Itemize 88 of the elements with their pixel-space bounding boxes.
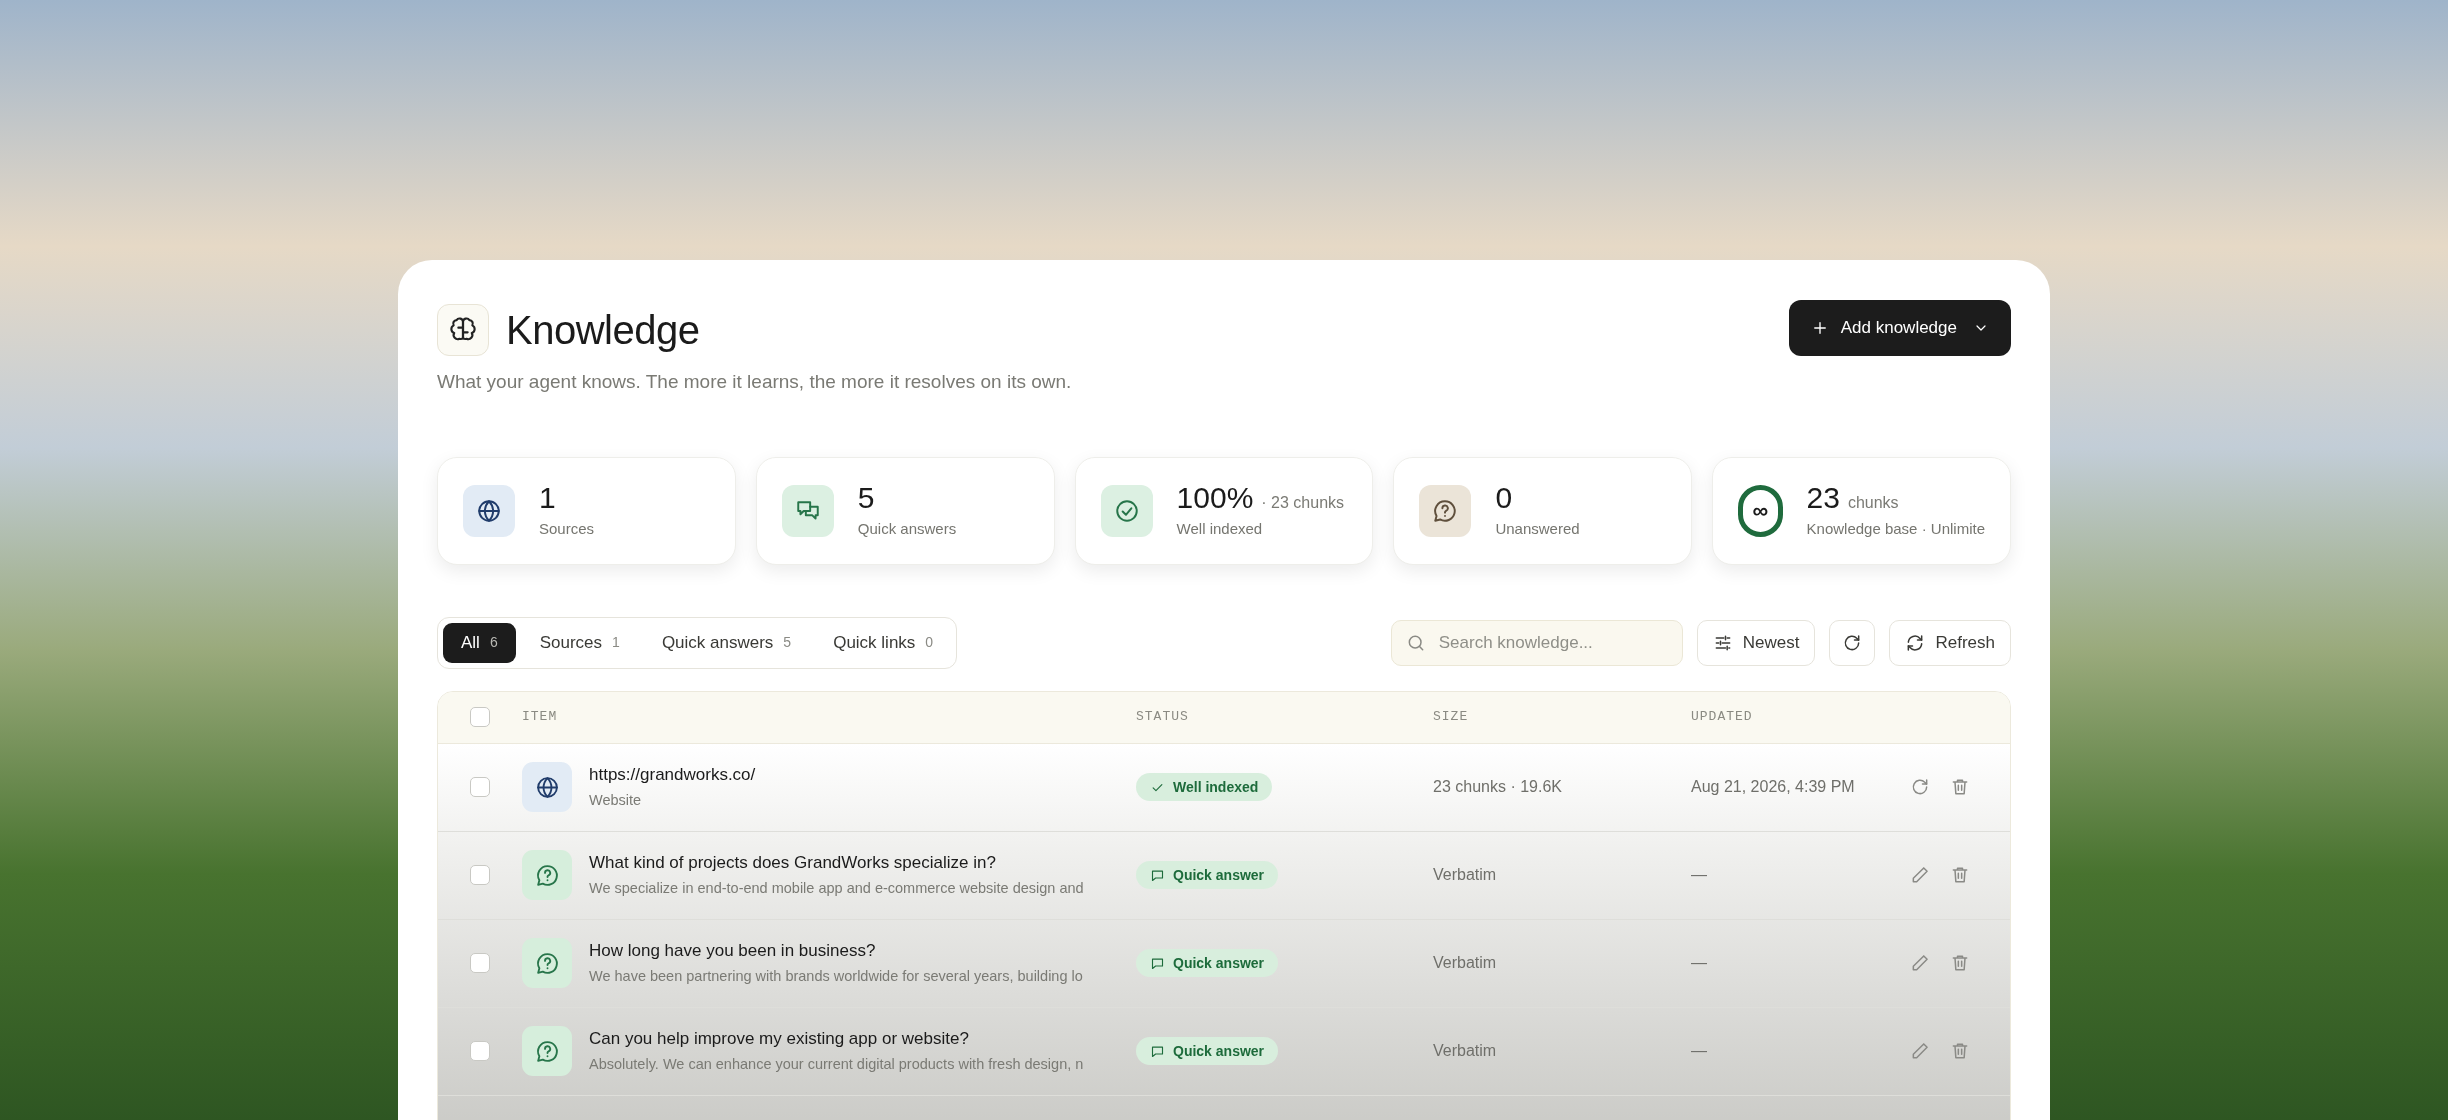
edit-button[interactable] <box>1910 953 1930 973</box>
tab-count: 6 <box>489 633 498 652</box>
tab-count: 1 <box>612 633 620 652</box>
item-title: https://grandworks.co/ <box>589 763 756 786</box>
tab-count: 0 <box>925 633 934 652</box>
status-badge: Quick answer <box>1136 861 1279 889</box>
stat-label: Well indexed <box>1176 519 1264 540</box>
filter-tab[interactable]: Sources 1 <box>521 622 638 663</box>
reload-button[interactable] <box>1910 777 1930 797</box>
table-row[interactable]: Can you help improve my existing app or website? Absolutely. We can enhance your current digital products with fresh design, n Quick answer Verbatim — <box>438 1007 2010 1096</box>
sort-button[interactable]: Newest <box>1696 619 1816 666</box>
table-row[interactable]: How long have you been in business? We have been partnering with brands worldwide for several years, building lo Quick answer Verbatim — <box>438 919 2010 1008</box>
message-icon <box>1150 955 1165 971</box>
row-checkbox[interactable] <box>470 865 490 885</box>
delete-button[interactable] <box>1950 777 1970 797</box>
item-preview: Website <box>589 791 643 811</box>
table-row[interactable]: https://grandworks.co/ Website Well indexed 23 chunks · 19.6K Aug 21, 2026, 4:39 PM <box>438 743 2010 832</box>
stat-value: 0 <box>1495 480 1513 517</box>
trash-icon <box>1950 865 1970 885</box>
stat-label: Knowledge base · Unlimite <box>1806 519 1985 540</box>
row-checkbox[interactable] <box>470 1041 490 1061</box>
item-preview: We have been partnering with brands worldwide for several years, building lo <box>589 967 1083 987</box>
page-subtitle: What your agent knows. The more it learns, the more it resolves on its own. <box>437 370 1072 394</box>
column-header: UPDATED <box>1691 708 1754 727</box>
brain-icon <box>437 304 489 356</box>
trash-icon <box>1950 1041 1970 1061</box>
refresh-icon <box>1910 777 1930 797</box>
filter-tab[interactable]: Quick links 0 <box>815 622 952 663</box>
ring-gauge: ∞ <box>1738 484 1783 537</box>
reload-button[interactable] <box>1829 619 1876 666</box>
tab-count: 5 <box>783 633 792 652</box>
question-bubble-icon <box>522 938 572 988</box>
filter-tab[interactable]: Quick answers 5 <box>643 622 810 663</box>
stat-value: 23 <box>1806 480 1840 517</box>
delete-button[interactable] <box>1950 865 1970 885</box>
stat-label: Unanswered <box>1495 519 1580 540</box>
stat-value: 1 <box>539 480 556 517</box>
question-bubble-icon <box>522 1026 572 1076</box>
edit-button[interactable] <box>1910 865 1930 885</box>
trash-icon <box>1950 777 1970 797</box>
updated-text: Aug 21, 2026, 4:39 PM <box>1691 777 1856 797</box>
delete-button[interactable] <box>1950 1041 1970 1061</box>
message-icon <box>1150 1043 1165 1059</box>
status-badge: Quick answer <box>1136 1037 1279 1065</box>
updated-text: — <box>1691 1041 1708 1061</box>
filter-tab[interactable]: All 6 <box>443 622 516 663</box>
trash-icon <box>1950 953 1970 973</box>
updated-text: — <box>1691 865 1708 885</box>
question-bubble-icon <box>522 850 572 900</box>
row-checkbox[interactable] <box>470 953 490 973</box>
size-text: Verbatim <box>1433 865 1498 885</box>
status-badge: Quick answer <box>1136 949 1279 977</box>
item-title: What kind of projects does GrandWorks specialize in? <box>589 851 997 874</box>
column-header: SIZE <box>1433 708 1470 727</box>
pencil-icon <box>1910 865 1930 885</box>
pencil-icon <box>1910 953 1930 973</box>
page-title: Knowledge <box>506 307 700 354</box>
stat-value: 5 <box>857 480 875 517</box>
column-header: STATUS <box>1136 708 1190 727</box>
item-title: How long have you been in business? <box>589 939 877 962</box>
search-field[interactable]: Search knowledge... <box>1390 619 1683 666</box>
size-text: 23 chunks · 19.6K <box>1433 777 1563 797</box>
stat-label: Quick answers <box>857 519 957 540</box>
status-badge: Well indexed <box>1136 773 1273 801</box>
question-bubble-icon <box>1419 484 1472 537</box>
column-header: ITEM <box>522 708 559 727</box>
item-preview: Absolutely. We can enhance your current digital products with fresh design, n <box>589 1055 1084 1075</box>
item-title: Can you help improve my existing app or website? <box>589 1027 970 1050</box>
globe-icon <box>463 484 515 537</box>
pencil-icon <box>1910 1041 1930 1061</box>
chat-bubbles-icon <box>781 484 834 537</box>
size-text: Verbatim <box>1433 1041 1498 1061</box>
stat-value: 100% <box>1176 480 1254 517</box>
select-all-checkbox[interactable] <box>470 707 490 727</box>
size-text: Verbatim <box>1433 953 1498 973</box>
edit-button[interactable] <box>1910 1041 1930 1061</box>
item-preview: We specialize in end-to-end mobile app and e-commerce website design and <box>589 879 1084 899</box>
globe-icon <box>522 762 572 812</box>
row-checkbox[interactable] <box>470 777 490 797</box>
add-knowledge-button[interactable]: Add knowledge <box>1788 300 2011 356</box>
updated-text: — <box>1691 953 1708 973</box>
stat-label: Sources <box>539 519 595 540</box>
table-row[interactable]: What kind of projects does GrandWorks specialize in? We specialize in end-to-end mobile app and e-commerce website design and Quick answer Verbatim — <box>438 831 2010 920</box>
message-icon <box>1150 867 1165 883</box>
stat-note: chunks <box>1847 493 1899 514</box>
stat-note: · 23 chunks <box>1261 493 1345 514</box>
refresh-button[interactable]: Refresh <box>1889 619 2011 666</box>
delete-button[interactable] <box>1950 953 1970 973</box>
